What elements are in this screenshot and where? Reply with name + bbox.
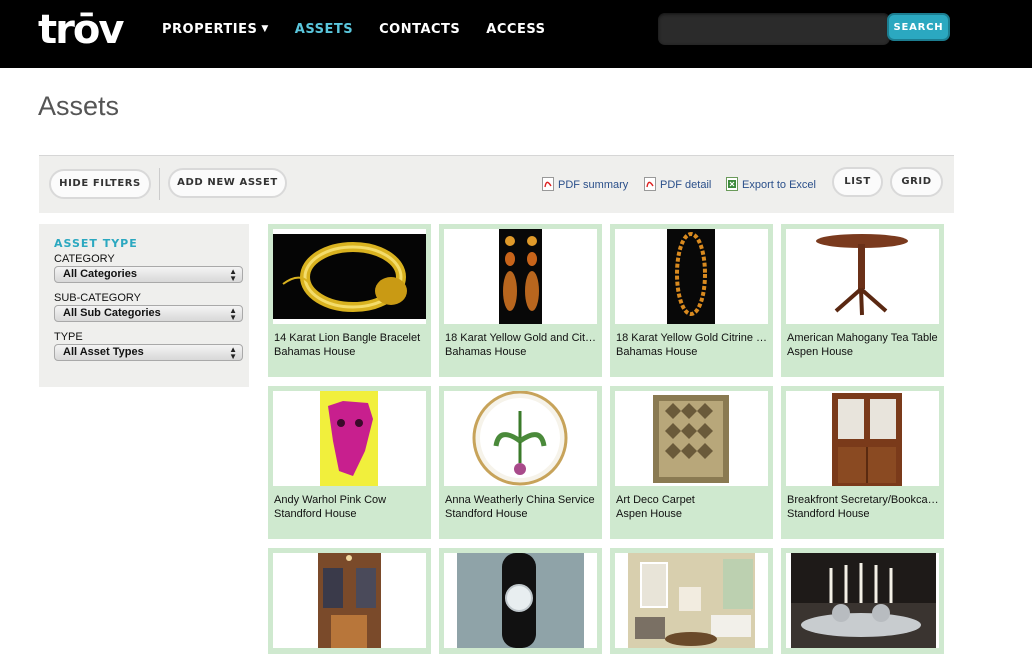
asset-card[interactable] xyxy=(781,548,944,654)
add-new-asset-button[interactable]: ADD NEW ASSET xyxy=(168,168,287,198)
asset-location: Standford House xyxy=(787,508,870,520)
asset-card[interactable]: 18 Karat Yellow Gold and Citrine Earring… xyxy=(439,224,602,377)
china-plate-image xyxy=(444,391,597,486)
category-label: CATEGORY xyxy=(54,253,115,265)
pdf-icon xyxy=(644,177,656,191)
type-label: TYPE xyxy=(54,331,83,343)
nav-properties[interactable]: PROPERTIES ▼ xyxy=(162,22,269,37)
select-arrows-icon: ▲ ▼ xyxy=(229,345,237,361)
asset-location: Aspen House xyxy=(787,346,854,358)
pdf-icon xyxy=(542,177,554,191)
asset-card[interactable]: 14 Karat Lion Bangle Bracelet Bahamas Ho… xyxy=(268,224,431,377)
select-arrows-icon: ▲ ▼ xyxy=(229,267,237,283)
asset-location: Bahamas House xyxy=(274,346,356,358)
export-excel-label: Export to Excel xyxy=(742,179,816,191)
asset-location: Aspen House xyxy=(616,508,683,520)
asset-name: 14 Karat Lion Bangle Bracelet xyxy=(274,332,421,344)
pdf-detail-label: PDF detail xyxy=(660,179,712,191)
earrings-image xyxy=(444,229,597,324)
nav-properties-label: PROPERTIES xyxy=(162,22,258,37)
sub-category-select[interactable]: All Sub Categories ▲ ▼ xyxy=(54,305,243,322)
asset-card[interactable]: Art Deco Carpet Aspen House xyxy=(610,386,773,539)
asset-card[interactable] xyxy=(268,548,431,654)
hide-filters-button[interactable]: HIDE FILTERS xyxy=(49,169,151,199)
asset-card[interactable]: Andy Warhol Pink Cow Standford House xyxy=(268,386,431,539)
asset-thumbnail xyxy=(273,391,426,486)
asset-location: Bahamas House xyxy=(445,346,527,358)
asset-thumbnail xyxy=(786,229,939,324)
asset-thumbnail xyxy=(444,391,597,486)
ring-image xyxy=(444,553,597,648)
sub-category-select-value: All Sub Categories xyxy=(63,307,161,319)
carpet-image xyxy=(615,391,768,486)
asset-location: Standford House xyxy=(274,508,357,520)
asset-thumbnail xyxy=(615,229,768,324)
excel-icon xyxy=(726,177,738,191)
asset-card[interactable]: Breakfront Secretary/Bookcase Standford … xyxy=(781,386,944,539)
nav-assets-label: ASSETS xyxy=(294,22,354,37)
nav-access[interactable]: ACCESS xyxy=(486,22,545,37)
necklace-image xyxy=(615,229,768,324)
asset-card[interactable]: American Mahogany Tea Table Aspen House xyxy=(781,224,944,377)
asset-card[interactable] xyxy=(439,548,602,654)
type-select[interactable]: All Asset Types ▲ ▼ xyxy=(54,344,243,361)
asset-thumbnail xyxy=(615,391,768,486)
asset-thumbnail xyxy=(273,553,426,648)
nav-access-label: ACCESS xyxy=(486,22,546,37)
table-image xyxy=(786,229,939,324)
asset-location: Bahamas House xyxy=(616,346,698,358)
select-arrows-icon: ▲ ▼ xyxy=(229,306,237,322)
asset-thumbnail xyxy=(786,553,939,648)
nav-assets[interactable]: ASSETS xyxy=(295,22,353,37)
cow-art-image xyxy=(273,391,426,486)
asset-toolbar: HIDE FILTERS ADD NEW ASSET PDF summary P… xyxy=(39,155,954,213)
category-select-value: All Categories xyxy=(63,268,137,280)
closet-image xyxy=(273,553,426,648)
nav-contacts[interactable]: CONTACTS xyxy=(379,22,460,37)
bookcase-image xyxy=(786,391,939,486)
top-navigation-bar: trōv PROPERTIES ▼ ASSETS CONTACTS ACCESS … xyxy=(0,0,1032,68)
silver-service-image xyxy=(786,553,939,648)
asset-name: Anna Weatherly China Service xyxy=(445,494,595,506)
living-room-image xyxy=(615,553,768,648)
filter-sidebar: ASSET TYPE CATEGORY All Categories ▲ ▼ SUB… xyxy=(39,224,249,387)
type-select-value: All Asset Types xyxy=(63,346,144,358)
search-input[interactable] xyxy=(658,13,890,45)
asset-name: Andy Warhol Pink Cow xyxy=(274,494,387,506)
asset-name: Breakfront Secretary/Bookcase xyxy=(787,494,939,506)
filter-title: ASSET TYPE xyxy=(54,237,138,250)
asset-thumbnail xyxy=(444,229,597,324)
asset-name: 18 Karat Yellow Gold and Citrine Earring… xyxy=(445,332,597,344)
pdf-summary-label: PDF summary xyxy=(558,179,629,191)
page-title: Assets xyxy=(38,91,120,121)
pdf-detail-link[interactable]: PDF detail xyxy=(644,177,711,191)
list-view-button[interactable]: LIST xyxy=(832,167,883,197)
nav-contacts-label: CONTACTS xyxy=(379,22,461,37)
asset-card[interactable]: Anna Weatherly China Service Standford H… xyxy=(439,386,602,539)
grid-view-button[interactable]: GRID xyxy=(890,167,943,197)
asset-card[interactable]: 18 Karat Yellow Gold Citrine Necklace Ba… xyxy=(610,224,773,377)
category-select[interactable]: All Categories ▲ ▼ xyxy=(54,266,243,283)
export-excel-link[interactable]: Export to Excel xyxy=(726,177,816,191)
asset-name: Art Deco Carpet xyxy=(616,494,695,506)
trov-logo[interactable]: trōv xyxy=(38,8,124,52)
asset-thumbnail xyxy=(444,553,597,648)
toolbar-divider xyxy=(159,168,160,200)
chevron-down-icon: ▼ xyxy=(261,24,269,34)
sub-category-label: SUB-CATEGORY xyxy=(54,292,141,304)
main-nav: PROPERTIES ▼ ASSETS CONTACTS ACCESS xyxy=(162,22,571,37)
asset-card[interactable] xyxy=(610,548,773,654)
asset-thumbnail xyxy=(273,229,426,324)
asset-name: American Mahogany Tea Table xyxy=(787,332,938,344)
asset-thumbnail xyxy=(615,553,768,648)
asset-name: 18 Karat Yellow Gold Citrine Necklace xyxy=(616,332,768,344)
asset-thumbnail xyxy=(786,391,939,486)
pdf-summary-link[interactable]: PDF summary xyxy=(542,177,628,191)
asset-location: Standford House xyxy=(445,508,528,520)
bracelet-image xyxy=(273,229,426,324)
search-button[interactable]: SEARCH xyxy=(887,13,950,41)
